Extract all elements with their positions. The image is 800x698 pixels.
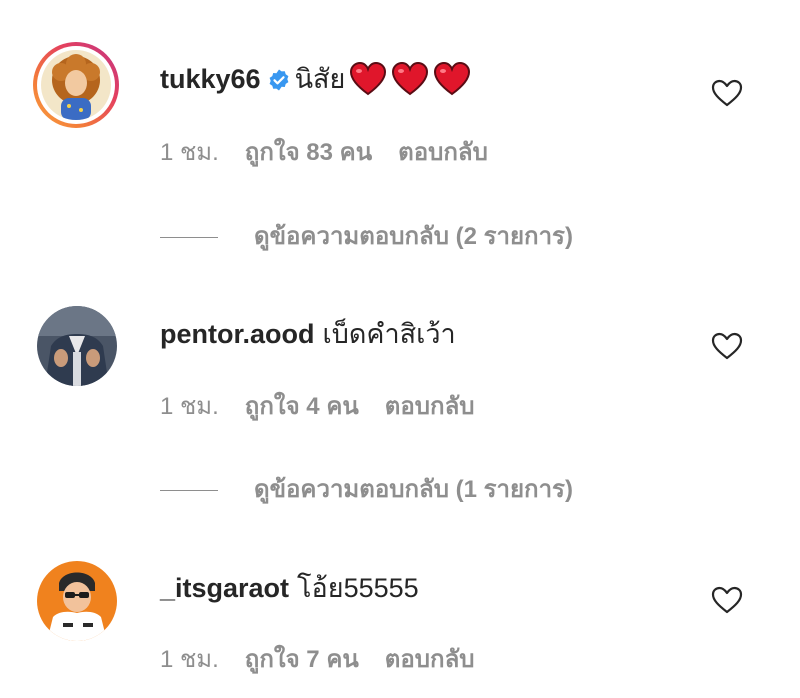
comment-likes-button[interactable]: ถูกใจ 83 คน <box>245 138 372 168</box>
replies-divider <box>160 236 218 238</box>
comment-body: tukky66 นิสัย <box>160 62 471 96</box>
comment-username[interactable]: pentor.aood <box>160 318 315 350</box>
comment-username[interactable]: tukky66 <box>160 63 261 95</box>
comment-meta: 1 ชม. ถูกใจ 7 คน ตอบกลับ <box>160 645 475 675</box>
heart-outline-icon[interactable] <box>710 78 744 108</box>
avatar <box>37 306 117 386</box>
replies-divider <box>160 489 218 491</box>
comment-body: _itsgaraot โอ้ย55555 <box>160 572 419 604</box>
reply-button[interactable]: ตอบกลับ <box>398 138 488 168</box>
comment-text: เบ็ดคำสิเว้า <box>322 319 456 349</box>
view-replies-button[interactable]: ดูข้อความตอบกลับ (1 รายการ) <box>160 475 573 505</box>
comment-timestamp: 1 ชม. <box>160 646 219 673</box>
comment-timestamp: 1 ชม. <box>160 393 219 420</box>
heart-outline-icon[interactable] <box>710 331 744 361</box>
red-heart-emoji <box>434 62 471 96</box>
avatar-story-ring[interactable] <box>33 42 119 128</box>
avatar <box>37 561 117 641</box>
avatar <box>41 50 111 120</box>
red-heart-emoji <box>392 62 429 96</box>
comment-timestamp: 1 ชม. <box>160 139 219 166</box>
avatar-wrapper[interactable] <box>37 306 117 386</box>
comment-text: นิสัย <box>294 64 346 94</box>
view-replies-button[interactable]: ดูข้อความตอบกลับ (2 รายการ) <box>160 222 573 252</box>
view-replies-label: ดูข้อความตอบกลับ (1 รายการ) <box>254 476 573 503</box>
view-replies-label: ดูข้อความตอบกลับ (2 รายการ) <box>254 223 573 250</box>
red-heart-emoji <box>350 62 387 96</box>
comment-text: โอ้ย55555 <box>297 573 419 603</box>
reply-button[interactable]: ตอบกลับ <box>385 645 475 675</box>
comment-meta: 1 ชม. ถูกใจ 83 คน ตอบกลับ <box>160 138 488 168</box>
avatar-wrapper[interactable] <box>37 561 117 641</box>
reply-button[interactable]: ตอบกลับ <box>385 392 475 422</box>
comment-body: pentor.aood เบ็ดคำสิเว้า <box>160 318 456 350</box>
comment-likes-button[interactable]: ถูกใจ 4 คน <box>245 392 359 422</box>
comment-username[interactable]: _itsgaraot <box>160 572 289 604</box>
comment-meta: 1 ชม. ถูกใจ 4 คน ตอบกลับ <box>160 392 475 422</box>
comment-emoji-group <box>349 62 471 96</box>
comment-likes-button[interactable]: ถูกใจ 7 คน <box>245 645 359 675</box>
verified-badge-icon <box>267 67 291 91</box>
heart-outline-icon[interactable] <box>710 585 744 615</box>
